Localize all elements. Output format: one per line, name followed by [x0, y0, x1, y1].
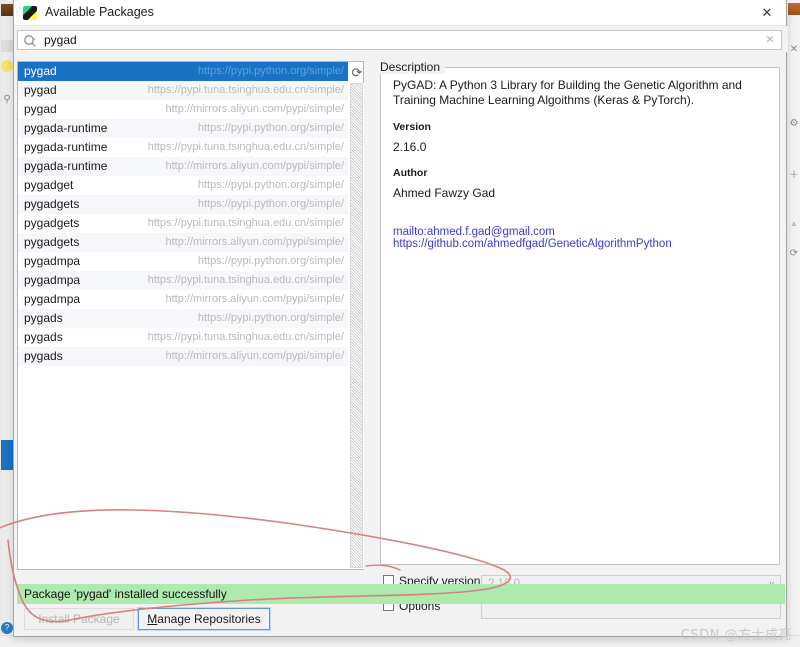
- dialog-titlebar: Available Packages ✕: [14, 0, 786, 26]
- ide-highlight-marker: [1, 440, 13, 470]
- install-package-button[interactable]: Install Package: [24, 608, 134, 630]
- packages-list[interactable]: pygad https://pypi.python.org/simple/pyga…: [18, 62, 348, 569]
- package-repository-url: https://pypi.python.org/simple/: [197, 255, 344, 267]
- package-name: pygads: [24, 330, 63, 344]
- package-repository-url: https://pypi.tuna.tsinghua.edu.cn/simple…: [147, 84, 344, 96]
- package-row[interactable]: pygadget https://pypi.python.org/simple/: [18, 176, 348, 195]
- package-row[interactable]: pygada-runtime http://mirrors.aliyun.com/…: [18, 157, 348, 176]
- package-name: pygada-runtime: [24, 140, 108, 154]
- package-row[interactable]: pygadmpa https://pypi.tuna.tsinghua.edu.c…: [18, 271, 348, 290]
- dialog-main-area: pygad https://pypi.python.org/simple/pyga…: [14, 52, 788, 577]
- ide-notification-icon[interactable]: ?: [1, 622, 13, 634]
- package-repository-url: https://pypi.tuna.tsinghua.edu.cn/simple…: [147, 331, 344, 343]
- package-repository-url: https://pypi.python.org/simple/: [197, 65, 344, 77]
- package-name: pygads: [24, 311, 63, 325]
- package-name: pygada-runtime: [24, 121, 108, 135]
- package-summary: PyGAD: A Python 3 Library for Building t…: [393, 78, 742, 107]
- refresh-icon[interactable]: ⟳: [349, 65, 365, 81]
- package-row[interactable]: pygadgets https://pypi.tuna.tsinghua.edu.…: [18, 214, 348, 233]
- refresh-icon-right[interactable]: ⟳: [788, 248, 800, 260]
- ide-right-toolbar: ✕ ⚙ ＋ ▲ ⟳: [786, 0, 800, 647]
- search-field[interactable]: ✕: [17, 30, 782, 50]
- author-label: Author: [393, 167, 428, 179]
- search-input[interactable]: [42, 31, 742, 49]
- search-bar: ✕: [14, 26, 788, 52]
- package-name: pygadget: [24, 178, 74, 192]
- package-name: pygad: [24, 102, 57, 116]
- package-repository-url: https://pypi.tuna.tsinghua.edu.cn/simple…: [147, 217, 344, 229]
- package-repository-url: https://pypi.python.org/simple/: [197, 179, 344, 191]
- description-body: PyGAD: A Python 3 Library for Building t…: [381, 68, 779, 564]
- version-label: Version: [393, 121, 431, 133]
- package-repository-url: http://mirrors.aliyun.com/pypi/simple/: [165, 350, 345, 362]
- manage-repositories-button[interactable]: Manage Repositories: [137, 607, 271, 631]
- package-row[interactable]: pygads https://pypi.tuna.tsinghua.edu.cn/…: [18, 328, 348, 347]
- package-row[interactable]: pygadgets http://mirrors.aliyun.com/pypi/…: [18, 233, 348, 252]
- package-row[interactable]: pygadmpa https://pypi.python.org/simple/: [18, 252, 348, 271]
- description-panel: Description PyGAD: A Python 3 Library fo…: [376, 52, 784, 577]
- collapse-icon[interactable]: ▲: [788, 218, 800, 230]
- search-everywhere-icon[interactable]: ⚲: [1, 94, 13, 106]
- package-name: pygadgets: [24, 197, 80, 211]
- panel-splitter[interactable]: [366, 61, 376, 570]
- package-repository-url: https://pypi.tuna.tsinghua.edu.cn/simple…: [147, 274, 344, 286]
- pycharm-icon: [23, 6, 37, 20]
- project-icon[interactable]: [1, 4, 13, 16]
- package-name: pygadmpa: [24, 254, 81, 268]
- package-row[interactable]: pygadmpa http://mirrors.aliyun.com/pypi/s…: [18, 290, 348, 309]
- package-row[interactable]: pygads https://pypi.python.org/simple/: [18, 309, 348, 328]
- package-row[interactable]: pygad http://mirrors.aliyun.com/pypi/simp…: [18, 100, 348, 119]
- packages-scrollbar[interactable]: [349, 83, 364, 569]
- package-name: pygada-runtime: [24, 159, 108, 173]
- csdn-watermark: CSDN @方士成亮: [680, 628, 792, 643]
- package-row[interactable]: pygada-runtime https://pypi.tuna.tsinghua…: [18, 138, 348, 157]
- package-repository-url: https://pypi.tuna.tsinghua.edu.cn/simple…: [147, 141, 344, 153]
- close-icon[interactable]: ✕: [788, 44, 800, 56]
- package-name: pygadgets: [24, 235, 80, 249]
- package-name: pygadgets: [24, 216, 80, 230]
- manage-label-rest: anage Repositories: [157, 612, 261, 626]
- status-banner: Package 'pygad' installed successfully: [17, 584, 785, 604]
- package-name: pygadmpa: [24, 273, 81, 287]
- dialog-title: Available Packages: [45, 5, 154, 19]
- description-links: mailto:ahmed.f.gad@gmail.com https://git…: [393, 226, 767, 250]
- gear-icon[interactable]: ⚙: [788, 118, 800, 130]
- package-repository-url: http://mirrors.aliyun.com/pypi/simple/: [165, 293, 345, 305]
- description-frame: PyGAD: A Python 3 Library for Building t…: [380, 67, 780, 565]
- package-repository-url: http://mirrors.aliyun.com/pypi/simple/: [165, 160, 345, 172]
- plus-icon[interactable]: ＋: [788, 170, 800, 182]
- dialog-button-bar: Install Package Manage Repositories: [14, 606, 788, 637]
- structure-icon[interactable]: [1, 40, 13, 52]
- package-row[interactable]: pygadgets https://pypi.python.org/simple/: [18, 195, 348, 214]
- packages-scrollbar-thumb[interactable]: [350, 83, 363, 568]
- package-name: pygad: [24, 64, 57, 78]
- package-name: pygad: [24, 83, 57, 97]
- manage-mnemonic: M: [147, 612, 158, 626]
- homepage-link[interactable]: https://github.com/ahmedfgad/GeneticAlgo…: [393, 238, 767, 250]
- author-value: Ahmed Fawzy Gad: [393, 186, 496, 200]
- favorites-icon[interactable]: [1, 60, 13, 72]
- ide-app-icon: [788, 3, 800, 15]
- ide-left-toolbar: ⚲ ?: [0, 0, 14, 647]
- package-name: pygads: [24, 349, 63, 363]
- search-icon: [23, 34, 37, 48]
- package-row[interactable]: pygada-runtime https://pypi.python.org/si…: [18, 119, 348, 138]
- package-row[interactable]: pygad https://pypi.tuna.tsinghua.edu.cn/s…: [18, 81, 348, 100]
- status-message: Package 'pygad' installed successfully: [24, 587, 227, 601]
- package-name: pygadmpa: [24, 292, 81, 306]
- package-repository-url: https://pypi.python.org/simple/: [197, 198, 344, 210]
- available-packages-dialog: Available Packages ✕ ✕ pygad https://pypi…: [13, 0, 788, 637]
- package-repository-url: https://pypi.python.org/simple/: [197, 122, 344, 134]
- package-row[interactable]: pygad https://pypi.python.org/simple/: [18, 62, 348, 81]
- mailto-link[interactable]: mailto:ahmed.f.gad@gmail.com: [393, 226, 767, 238]
- close-icon[interactable]: ✕: [754, 4, 780, 22]
- package-repository-url: http://mirrors.aliyun.com/pypi/simple/: [165, 103, 345, 115]
- package-row[interactable]: pygads http://mirrors.aliyun.com/pypi/sim…: [18, 347, 348, 366]
- package-repository-url: http://mirrors.aliyun.com/pypi/simple/: [165, 236, 345, 248]
- clear-search-icon[interactable]: ✕: [763, 33, 777, 47]
- package-repository-url: https://pypi.python.org/simple/: [197, 312, 344, 324]
- version-value: 2.16.0: [393, 140, 427, 154]
- description-legend: Description: [380, 60, 446, 74]
- packages-panel: pygad https://pypi.python.org/simple/pyga…: [17, 61, 364, 570]
